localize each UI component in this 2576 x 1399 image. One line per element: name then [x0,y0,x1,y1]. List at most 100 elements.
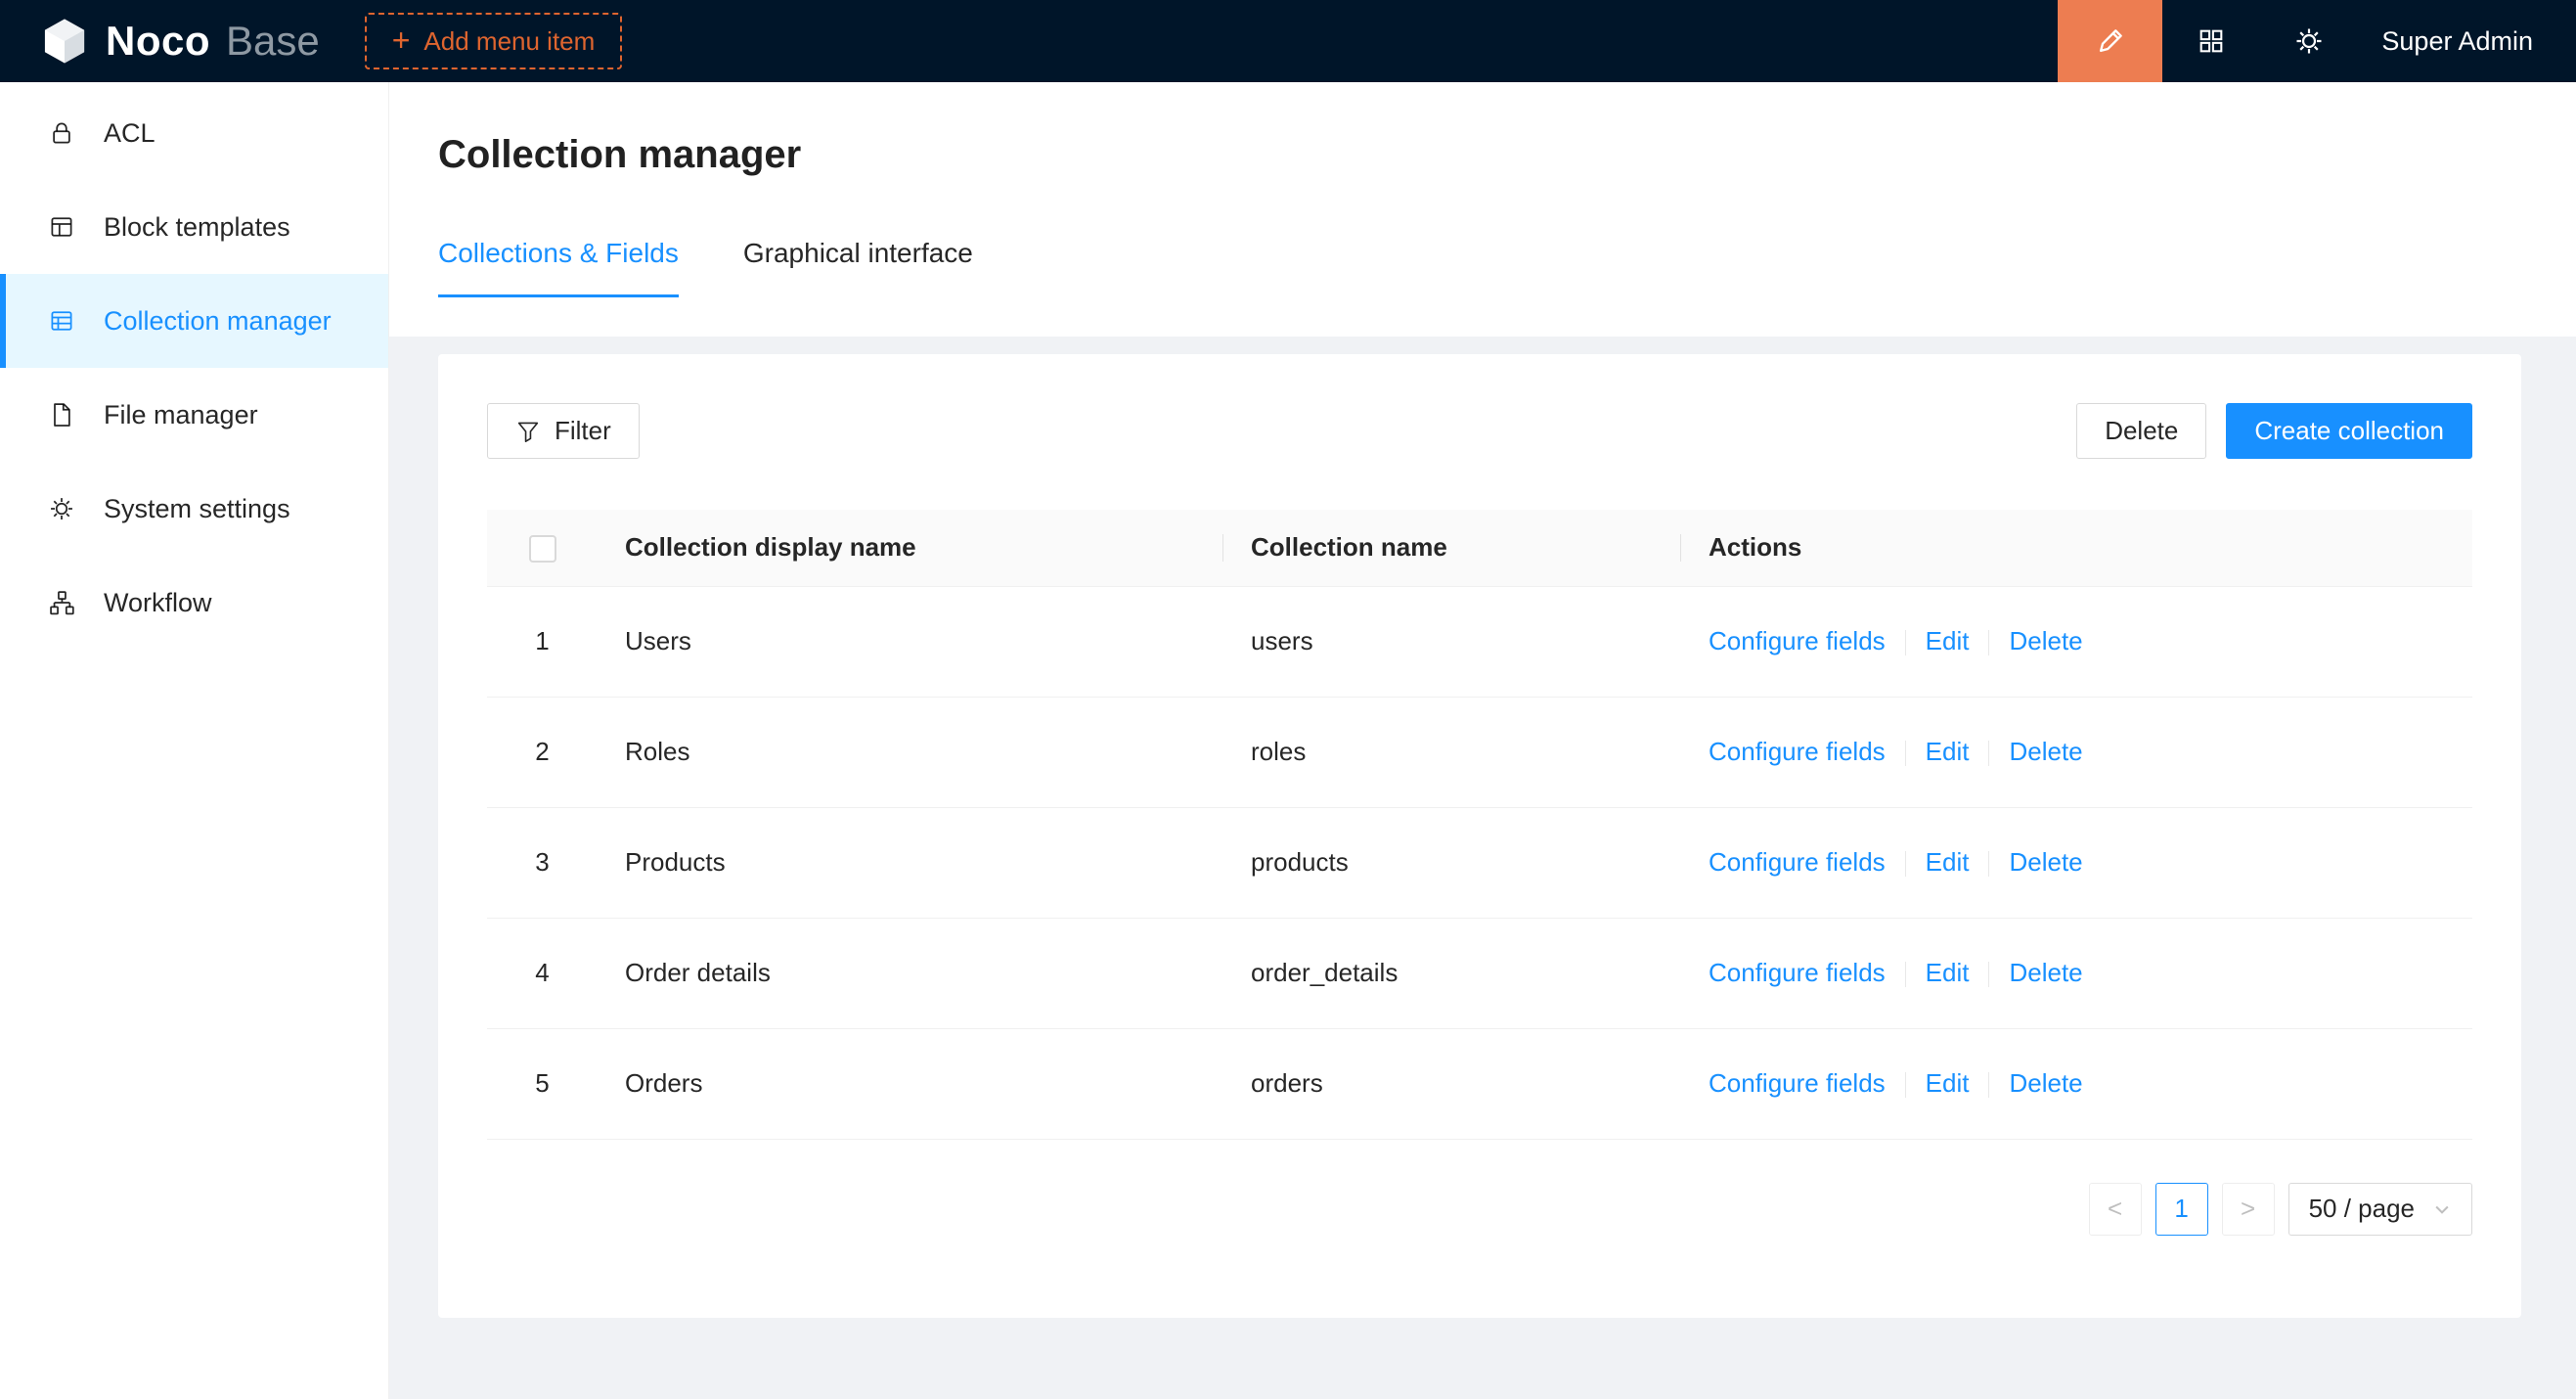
row-index: 2 [487,697,598,807]
cell-collection-name: order_details [1223,918,1681,1028]
body-row: ACL Block templates Coll [0,82,2576,1399]
sidebar-item-label: System settings [104,494,290,524]
collections-card: Filter Delete Create collection [438,354,2521,1318]
cell-actions: Configure fields Edit Delete [1681,586,2472,697]
collection-icon [45,304,78,338]
row-index: 3 [487,807,598,918]
header-actions: Super Admin [2058,0,2576,82]
filter-button[interactable]: Filter [487,403,640,459]
tab-collections-fields[interactable]: Collections & Fields [438,238,679,297]
row-index: 4 [487,918,598,1028]
chevron-down-icon [2432,1199,2452,1219]
action-divider [1905,630,1906,655]
action-divider [1905,741,1906,766]
sidebar-item-workflow[interactable]: Workflow [0,556,388,650]
column-header-display-name: Collection display name [598,510,1223,586]
cell-display-name: Products [598,807,1223,918]
delete-link[interactable]: Delete [2009,847,2082,877]
sidebar-item-collection-manager[interactable]: Collection manager [0,274,388,368]
configure-fields-link[interactable]: Configure fields [1709,626,1886,655]
delete-link[interactable]: Delete [2009,1068,2082,1098]
table-row: 3 Products products Configure fields Edit… [487,807,2472,918]
action-divider [1905,851,1906,877]
chevron-right-icon: > [2241,1194,2255,1224]
cell-display-name: Users [598,586,1223,697]
user-menu[interactable]: Super Admin [2358,26,2576,57]
edit-link[interactable]: Edit [1926,847,1970,877]
configure-fields-link[interactable]: Configure fields [1709,1068,1886,1098]
edit-link[interactable]: Edit [1926,1068,1970,1098]
gear-icon [2293,25,2325,57]
edit-link[interactable]: Edit [1926,958,1970,987]
tab-graphical-interface[interactable]: Graphical interface [743,238,973,297]
cell-display-name: Orders [598,1028,1223,1139]
top-header: Noco Base + Add menu item [0,0,2576,82]
filter-label: Filter [555,416,611,446]
delete-link[interactable]: Delete [2009,737,2082,766]
main-area: Collection manager Collections & Fields … [389,82,2576,1399]
cell-collection-name: products [1223,807,1681,918]
pen-icon [2094,24,2127,58]
create-collection-button[interactable]: Create collection [2226,403,2472,459]
row-index: 5 [487,1028,598,1139]
action-divider [1988,1072,1989,1098]
table-body: 1 Users users Configure fieldsEditDelete… [487,586,2472,1139]
page-size-select[interactable]: 50 / page [2288,1183,2472,1236]
sidebar-item-acl[interactable]: ACL [0,86,388,180]
workflow-icon [45,586,78,619]
settings-button[interactable] [2260,0,2358,82]
page-title: Collection manager [438,133,2527,177]
table-row: 1 Users users Configure fieldsEditDelete [487,586,2472,697]
table-row: 4 Order details order_details Configure … [487,918,2472,1028]
gear-icon [45,492,78,525]
plugin-manager-button[interactable] [2162,0,2260,82]
cell-collection-name: roles [1223,697,1681,807]
sidebar-item-system-settings[interactable]: System settings [0,462,388,556]
configure-fields-link[interactable]: Configure fields [1709,737,1886,766]
add-menu-item-label: Add menu item [423,26,595,57]
delete-link[interactable]: Delete [2009,626,2082,655]
edit-link[interactable]: Edit [1926,626,1970,655]
action-divider [1905,962,1906,987]
page-1-button[interactable]: 1 [2155,1183,2208,1236]
cell-actions: Configure fields Edit Delete [1681,918,2472,1028]
action-divider [1988,962,1989,987]
cell-actions: Configure fields Edit Delete [1681,807,2472,918]
action-divider [1988,741,1989,766]
delete-link[interactable]: Delete [2009,958,2082,987]
ui-editor-button[interactable] [2058,0,2162,82]
pagination: < 1 > 50 / page [487,1183,2472,1236]
prev-page-button[interactable]: < [2089,1183,2142,1236]
sidebar-item-label: Collection manager [104,306,332,337]
column-header-collection-name: Collection name [1223,510,1681,586]
collections-table: Collection display name Collection name … [487,510,2472,1140]
brand-name-bold: Noco [106,18,210,65]
select-all-header [487,510,598,586]
card-toolbar: Filter Delete Create collection [487,403,2472,459]
cell-display-name: Roles [598,697,1223,807]
plus-icon: + [392,24,411,56]
page-header: Collection manager Collections & Fields … [389,82,2576,337]
brand-logo[interactable]: Noco Base [39,16,320,67]
action-divider [1988,630,1989,655]
column-header-actions: Actions [1681,510,2472,586]
configure-fields-link[interactable]: Configure fields [1709,847,1886,877]
add-menu-item-button[interactable]: + Add menu item [365,13,623,69]
chevron-left-icon: < [2108,1194,2122,1224]
cell-collection-name: orders [1223,1028,1681,1139]
sidebar-item-label: ACL [104,118,155,149]
sidebar-item-file-manager[interactable]: File manager [0,368,388,462]
app-root: Noco Base + Add menu item [0,0,2576,1399]
configure-fields-link[interactable]: Configure fields [1709,958,1886,987]
action-divider [1905,1072,1906,1098]
sidebar-item-label: File manager [104,400,258,430]
table-row: 5 Orders orders Configure fields Edit Dele… [487,1028,2472,1139]
page-size-value: 50 / page [2309,1194,2415,1224]
sidebar-item-block-templates[interactable]: Block templates [0,180,388,274]
row-index: 1 [487,586,598,697]
grid-icon [2197,26,2226,56]
select-all-checkbox[interactable] [529,535,556,563]
next-page-button[interactable]: > [2222,1183,2275,1236]
delete-button[interactable]: Delete [2076,403,2206,459]
edit-link[interactable]: Edit [1926,737,1970,766]
